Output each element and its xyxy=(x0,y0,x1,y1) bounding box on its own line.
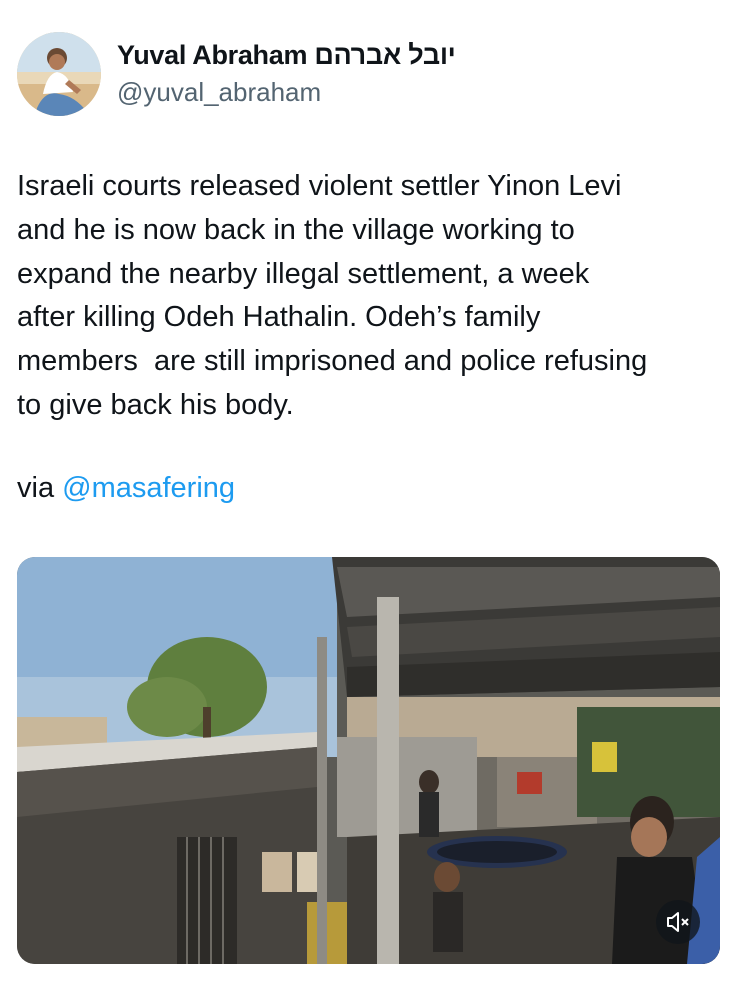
avatar[interactable] xyxy=(17,32,101,116)
tweet-text: Israeli courts released violent settler … xyxy=(17,170,648,421)
author-handle[interactable]: @yuval_abraham xyxy=(117,77,456,108)
video-player[interactable] xyxy=(17,557,720,964)
via-label: via xyxy=(17,472,55,504)
tweet-header: Yuval Abraham יובל אברהם @yuval_abraham xyxy=(17,30,717,120)
mention-link[interactable]: @masafering xyxy=(62,472,235,504)
author-display-name[interactable]: Yuval Abraham יובל אברהם xyxy=(117,40,456,71)
video-frame xyxy=(17,557,720,964)
tweet-via-line: via @masafering xyxy=(17,472,235,505)
mute-button[interactable] xyxy=(656,900,700,944)
speaker-muted-icon xyxy=(667,912,689,932)
